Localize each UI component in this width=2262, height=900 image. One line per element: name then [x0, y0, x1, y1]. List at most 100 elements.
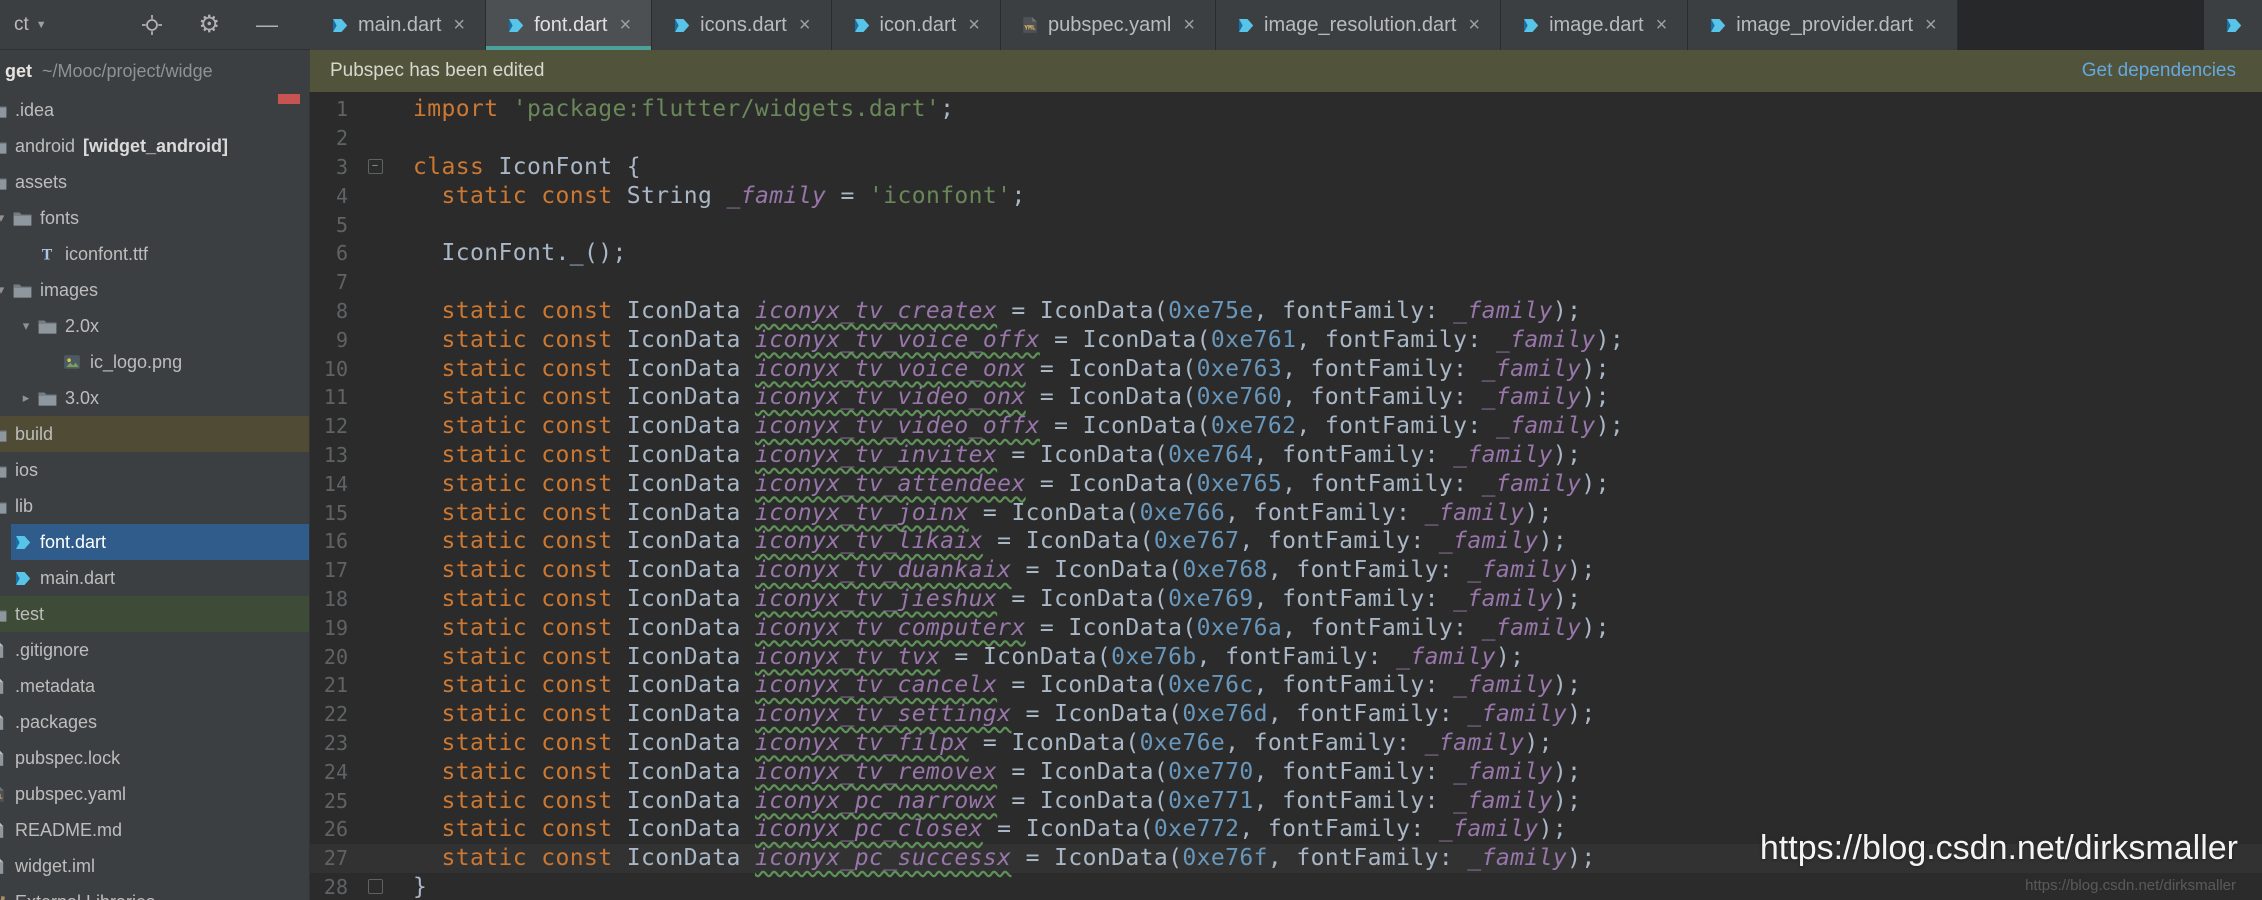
code-line-20[interactable]: 20 static const IconData iconyx_tv_tvx =…	[310, 642, 2262, 671]
tree-item-External Libraries[interactable]: External Libraries	[0, 884, 309, 900]
code-line-21[interactable]: 21 static const IconData iconyx_tv_cance…	[310, 671, 2262, 700]
file-icon	[0, 676, 8, 696]
code-line-6[interactable]: 6 IconFont._();	[310, 239, 2262, 268]
tree-item-widget.iml[interactable]: widget.iml	[0, 848, 309, 884]
code-line-10[interactable]: 10 static const IconData iconyx_tv_voice…	[310, 354, 2262, 383]
tree-item-test[interactable]: test	[0, 596, 309, 632]
code-line-24[interactable]: 24 static const IconData iconyx_tv_remov…	[310, 757, 2262, 786]
tree-item-3.0x[interactable]: ▸ 3.0x	[16, 380, 309, 416]
tab-image_resolution.dart[interactable]: image_resolution.dart ×	[1216, 0, 1502, 50]
tab-font.dart[interactable]: font.dart ×	[486, 0, 653, 50]
get-dependencies-link[interactable]: Get dependencies	[2082, 60, 2236, 82]
tree-item-.metadata[interactable]: .metadata	[0, 668, 309, 704]
code-text: static const IconData iconyx_tv_likaix =…	[441, 528, 1568, 555]
project-view-selector[interactable]: ct ▼	[14, 14, 47, 36]
code-line-3[interactable]: 3 − class IconFont {	[310, 153, 2262, 182]
chevron-expanded-icon[interactable]: ▾	[16, 318, 36, 334]
chevron-collapsed-icon[interactable]: ▸	[16, 390, 36, 406]
tree-item-build[interactable]: build	[0, 416, 309, 452]
code-line-2[interactable]: 2	[310, 124, 2262, 153]
code-line-9[interactable]: 9 static const IconData iconyx_tv_voice_…	[310, 325, 2262, 354]
tree-item-.idea[interactable]: .idea	[0, 92, 309, 128]
code-line-15[interactable]: 15 static const IconData iconyx_tv_joinx…	[310, 498, 2262, 527]
close-icon[interactable]: ×	[799, 14, 811, 37]
tree-item-pubspec.lock[interactable]: pubspec.lock	[0, 740, 309, 776]
code-line-17[interactable]: 17 static const IconData iconyx_tv_duank…	[310, 556, 2262, 585]
tab-main.dart[interactable]: main.dart ×	[310, 0, 487, 50]
tree-item-font.dart[interactable]: font.dart	[11, 524, 309, 560]
close-icon[interactable]: ×	[968, 14, 980, 37]
line-number: 16	[323, 529, 348, 554]
hide-panel-icon[interactable]: —	[256, 13, 278, 36]
tab-pubspec.yaml[interactable]: YML pubspec.yaml ×	[1000, 0, 1217, 50]
file-icon	[0, 748, 8, 768]
code-text: static const IconData iconyx_tv_createx …	[441, 297, 1582, 324]
code-area[interactable]: 1 import 'package:flutter/widgets.dart'; 2…	[310, 92, 2262, 900]
close-icon[interactable]: ×	[453, 14, 465, 37]
tree-item-pubspec.yaml[interactable]: YML pubspec.yaml	[0, 776, 309, 812]
code-line-7[interactable]: 7	[310, 268, 2262, 297]
project-root-item[interactable]: get ~/Mooc/project/widge	[0, 50, 310, 92]
tree-item-README.md[interactable]: README.md	[0, 812, 309, 848]
tree-item-iconfont.ttf[interactable]: Ticonfont.ttf	[36, 236, 309, 272]
dart-icon	[1708, 16, 1727, 35]
tree-item-label: External Libraries	[15, 892, 155, 900]
code-line-28[interactable]: 28}	[310, 873, 2262, 900]
line-number: 27	[323, 846, 348, 871]
dart-icon	[11, 532, 33, 552]
tree-item-android[interactable]: android [widget_android]	[0, 128, 309, 164]
tree-item-2.0x[interactable]: ▾ 2.0x	[16, 308, 309, 344]
file-icon	[0, 712, 8, 732]
fold-marker[interactable]	[367, 879, 383, 895]
close-icon[interactable]: ×	[1925, 14, 1937, 37]
folder-icon	[0, 496, 8, 516]
code-line-13[interactable]: 13 static const IconData iconyx_tv_invit…	[310, 441, 2262, 470]
code-line-5[interactable]: 5	[310, 210, 2262, 239]
code-line-16[interactable]: 16 static const IconData iconyx_tv_likai…	[310, 527, 2262, 556]
tree-item-main.dart[interactable]: main.dart	[11, 560, 309, 596]
chevron-expanded-icon[interactable]: ▾	[0, 210, 11, 226]
code-line-8[interactable]: 8 static const IconData iconyx_tv_create…	[310, 297, 2262, 326]
tree-item-ic_logo.png[interactable]: ic_logo.png	[61, 344, 309, 380]
tree-item-.packages[interactable]: .packages	[0, 704, 309, 740]
code-text: static const IconData iconyx_tv_cancelx …	[441, 672, 1582, 699]
chevron-expanded-icon[interactable]: ▾	[0, 282, 11, 298]
project-selector-label: ct	[14, 13, 29, 35]
close-icon[interactable]: ×	[1656, 14, 1668, 37]
tree-item-.gitignore[interactable]: .gitignore	[0, 632, 309, 668]
top-bar: ct ▼ ⚙ — main.dart × font.dart × icons.dart × i…	[0, 0, 2262, 50]
folder-icon	[36, 316, 58, 336]
code-line-1[interactable]: 1 import 'package:flutter/widgets.dart';	[310, 95, 2262, 124]
code-text: static const IconData iconyx_tv_attendee…	[441, 470, 1610, 497]
code-line-14[interactable]: 14 static const IconData iconyx_tv_atten…	[310, 469, 2262, 498]
tree-item-ios[interactable]: ios	[0, 452, 309, 488]
tree-item-fonts[interactable]: ▾ fonts	[0, 200, 309, 236]
code-line-18[interactable]: 18 static const IconData iconyx_tv_jiesh…	[310, 585, 2262, 614]
tree-item-images[interactable]: ▾ images	[0, 272, 309, 308]
code-line-19[interactable]: 19 static const IconData iconyx_tv_compu…	[310, 613, 2262, 642]
dart-icon	[2224, 16, 2243, 35]
close-icon[interactable]: ×	[1468, 14, 1480, 37]
code-line-22[interactable]: 22 static const IconData iconyx_tv_setti…	[310, 700, 2262, 729]
tab-image_provider.dart[interactable]: image_provider.dart ×	[1688, 0, 1958, 50]
tree-item-lib[interactable]: lib	[0, 488, 309, 524]
locate-file-icon[interactable]	[142, 14, 163, 35]
tree-item-label: pubspec.lock	[15, 747, 121, 768]
tree-item-assets[interactable]: assets	[0, 164, 309, 200]
tab-icon.dart[interactable]: icon.dart ×	[831, 0, 1001, 50]
tab-clipped[interactable]	[2204, 0, 2262, 50]
code-text: static const IconData iconyx_tv_joinx = …	[441, 499, 1553, 526]
fold-marker[interactable]: −	[367, 159, 383, 175]
tab-image.dart[interactable]: image.dart ×	[1501, 0, 1689, 50]
close-icon[interactable]: ×	[619, 14, 631, 37]
code-line-23[interactable]: 23 static const IconData iconyx_tv_filpx…	[310, 729, 2262, 758]
line-number: 9	[335, 327, 348, 352]
gear-icon[interactable]: ⚙	[198, 12, 220, 37]
code-line-4[interactable]: 4 static const String _family = 'iconfon…	[310, 181, 2262, 210]
code-line-25[interactable]: 25 static const IconData iconyx_pc_narro…	[310, 786, 2262, 815]
tab-icons.dart[interactable]: icons.dart ×	[652, 0, 832, 50]
code-line-11[interactable]: 11 static const IconData iconyx_tv_video…	[310, 383, 2262, 412]
line-number: 4	[335, 183, 348, 208]
close-icon[interactable]: ×	[1183, 14, 1195, 37]
code-line-12[interactable]: 12 static const IconData iconyx_tv_video…	[310, 412, 2262, 441]
